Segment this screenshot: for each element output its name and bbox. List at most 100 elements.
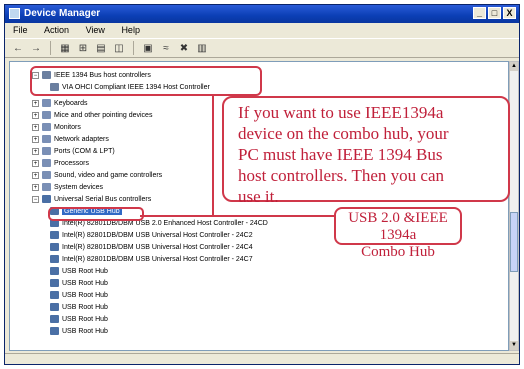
menu-view[interactable]: View [86,25,105,35]
properties-icon[interactable]: ▦ [58,41,72,55]
usb-icon [50,279,59,288]
port-icon [42,147,51,156]
expand-toggle[interactable]: + [32,171,39,179]
expand-toggle[interactable]: + [32,99,39,107]
usb-icon [50,255,59,264]
expand-toggle[interactable]: + [32,123,39,131]
toolbar-separator [133,41,134,55]
tree-group-monitors[interactable]: + Monitors [32,122,81,134]
tree-label: USB Root Hub [62,328,108,335]
tree-label: USB Root Hub [62,316,108,323]
keyboard-icon [42,99,51,108]
tree-label: Ports (COM & LPT) [54,148,115,155]
usb-icon [50,327,59,336]
sound-icon [42,171,51,180]
maximize-button[interactable]: □ [488,7,501,19]
help-icon[interactable]: ◫ [112,41,126,55]
tree-item-usb-root-hub[interactable]: USB Root Hub [50,302,108,314]
menu-bar: File Action View Help [5,23,519,37]
vertical-scrollbar[interactable]: ▲ ▼ [509,61,519,351]
tree-group-sound[interactable]: + Sound, video and game controllers [32,170,162,182]
monitor-icon [42,123,51,132]
ieee1394-requirement-note: If you want to use IEEE1394a device on t… [222,96,510,206]
generic-usb-hub-highlight-box [48,207,144,221]
scroll-up-icon[interactable]: ▲ [510,62,518,71]
close-button[interactable]: X [503,7,516,19]
network-icon [42,135,51,144]
tree-label: Universal Serial Bus controllers [54,196,152,203]
note-line: device on the combo hub, your [238,124,449,143]
tree-group-system[interactable]: + System devices [32,182,103,194]
tree-label: Network adapters [54,136,109,143]
tree-label: Processors [54,160,90,167]
usb-icon [50,315,59,324]
menu-file[interactable]: File [13,25,28,35]
disable-icon[interactable]: ▥ [195,41,209,55]
tree-label: Monitors [54,124,81,131]
combo-line: USB 2.0 &IEEE 1394a [348,210,448,243]
collapse-toggle[interactable]: − [32,195,39,203]
tree-label: Mice and other pointing devices [54,112,153,119]
expand-toggle[interactable]: + [32,147,39,155]
back-icon[interactable]: ← [11,41,25,55]
system-icon [42,183,51,192]
tree-item-usb-root-hub[interactable]: USB Root Hub [50,290,108,302]
tree-label: Intel(R) 82801DB/DBM USB Universal Host … [62,244,253,251]
scroll-thumb[interactable] [510,212,518,272]
tree-label: Keyboards [54,100,88,107]
scroll-down-icon[interactable]: ▼ [510,341,518,350]
processor-icon [42,159,51,168]
tree-item-usb-controller[interactable]: Intel(R) 82801DB/DBM USB Universal Host … [50,230,253,242]
combo-line: Combo Hub [361,244,435,260]
print-icon[interactable]: ▤ [94,41,108,55]
expand-toggle[interactable]: + [32,111,39,119]
tree-label: USB Root Hub [62,292,108,299]
tree-item-usb-root-hub[interactable]: USB Root Hub [50,326,108,338]
usb-icon [42,195,51,204]
uninstall-icon[interactable]: ✖ [177,41,191,55]
tree-label: Intel(R) 82801DB/DBM USB 2.0 Enhanced Ho… [62,220,268,227]
window-title: Device Manager [24,8,101,19]
usb-icon [50,243,59,252]
usb-icon [50,303,59,312]
tree-label: USB Root Hub [62,304,108,311]
forward-icon[interactable]: → [29,41,43,55]
tree-item-usb-controller[interactable]: Intel(R) 82801DB/DBM USB Universal Host … [50,242,253,254]
scan-icon[interactable]: ▣ [141,41,155,55]
expand-toggle[interactable]: + [32,135,39,143]
tree-group-processors[interactable]: + Processors [32,158,89,170]
tree-group-network[interactable]: + Network adapters [32,134,109,146]
tree-item-usb-root-hub[interactable]: USB Root Hub [50,266,108,278]
refresh-icon[interactable]: ⊞ [76,41,90,55]
tree-group-mice[interactable]: + Mice and other pointing devices [32,110,152,122]
update-icon[interactable]: ≈ [159,41,173,55]
tree-label: USB Root Hub [62,280,108,287]
menu-help[interactable]: Help [121,25,140,35]
tree-item-usb-root-hub[interactable]: USB Root Hub [50,314,108,326]
tree-label: Intel(R) 82801DB/DBM USB Universal Host … [62,256,253,263]
usb-icon [50,267,59,276]
note-line: If you want to use IEEE1394a [238,103,444,122]
toolbar: ← → ▦ ⊞ ▤ ◫ ▣ ≈ ✖ ▥ [5,38,519,58]
tree-item-usb-root-hub[interactable]: USB Root Hub [50,278,108,290]
usb-icon [50,291,59,300]
expand-toggle[interactable]: + [32,159,39,167]
tree-label: Sound, video and game controllers [54,172,163,179]
note-line: use it. [238,187,279,206]
note-line: PC must have IEEE 1394 Bus [238,145,443,164]
tree-group-ports[interactable]: + Ports (COM & LPT) [32,146,115,158]
ieee1394-highlight-box [30,66,262,96]
tree-item-usb-controller[interactable]: Intel(R) 82801DB/DBM USB Universal Host … [50,254,253,266]
minimize-button[interactable]: _ [473,7,486,19]
tree-label: Intel(R) 82801DB/DBM USB Universal Host … [62,232,253,239]
mouse-icon [42,111,51,120]
expand-toggle[interactable]: + [32,183,39,191]
status-bar [5,353,519,365]
usb-icon [50,231,59,240]
menu-action[interactable]: Action [44,25,69,35]
tree-label: USB Root Hub [62,268,108,275]
title-bar[interactable]: Device Manager _ □ X [5,5,519,23]
toolbar-separator [50,41,51,55]
tree-group-usb[interactable]: − Universal Serial Bus controllers [32,194,151,206]
tree-group-keyboards[interactable]: + Keyboards [32,98,87,110]
